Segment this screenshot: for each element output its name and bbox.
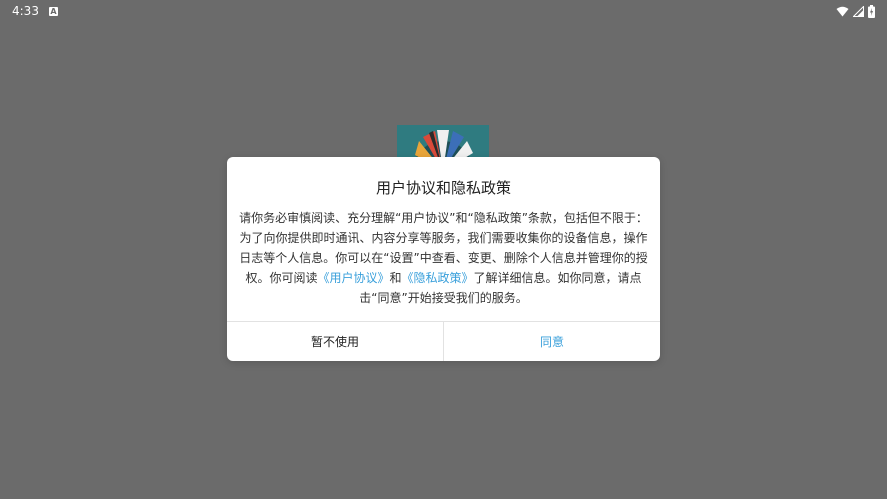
app-notification-icon: A <box>48 6 58 16</box>
status-bar: 4:33 A <box>0 0 887 22</box>
dialog-and-text: 和 <box>389 271 402 285</box>
dialog-title: 用户协议和隐私政策 <box>375 179 511 197</box>
decline-button[interactable]: 暂不使用 <box>227 322 443 361</box>
cell-signal-icon <box>853 5 864 17</box>
status-time: 4:33 <box>12 4 39 18</box>
dialog-body: 请你务必审慎阅读、充分理解“用户协议”和“隐私政策”条款，包括但不限于：为了向你… <box>239 208 648 308</box>
status-left: 4:33 A <box>12 4 58 18</box>
privacy-policy-link[interactable]: 《隐私政策》 <box>402 271 474 285</box>
battery-charging-icon <box>868 4 875 18</box>
status-right <box>836 4 875 18</box>
wifi-icon <box>836 6 849 17</box>
agree-button[interactable]: 同意 <box>444 322 660 361</box>
user-agreement-link[interactable]: 《用户协议》 <box>317 271 389 285</box>
privacy-dialog: 用户协议和隐私政策 请你务必审慎阅读、充分理解“用户协议”和“隐私政策”条款，包… <box>227 157 660 361</box>
